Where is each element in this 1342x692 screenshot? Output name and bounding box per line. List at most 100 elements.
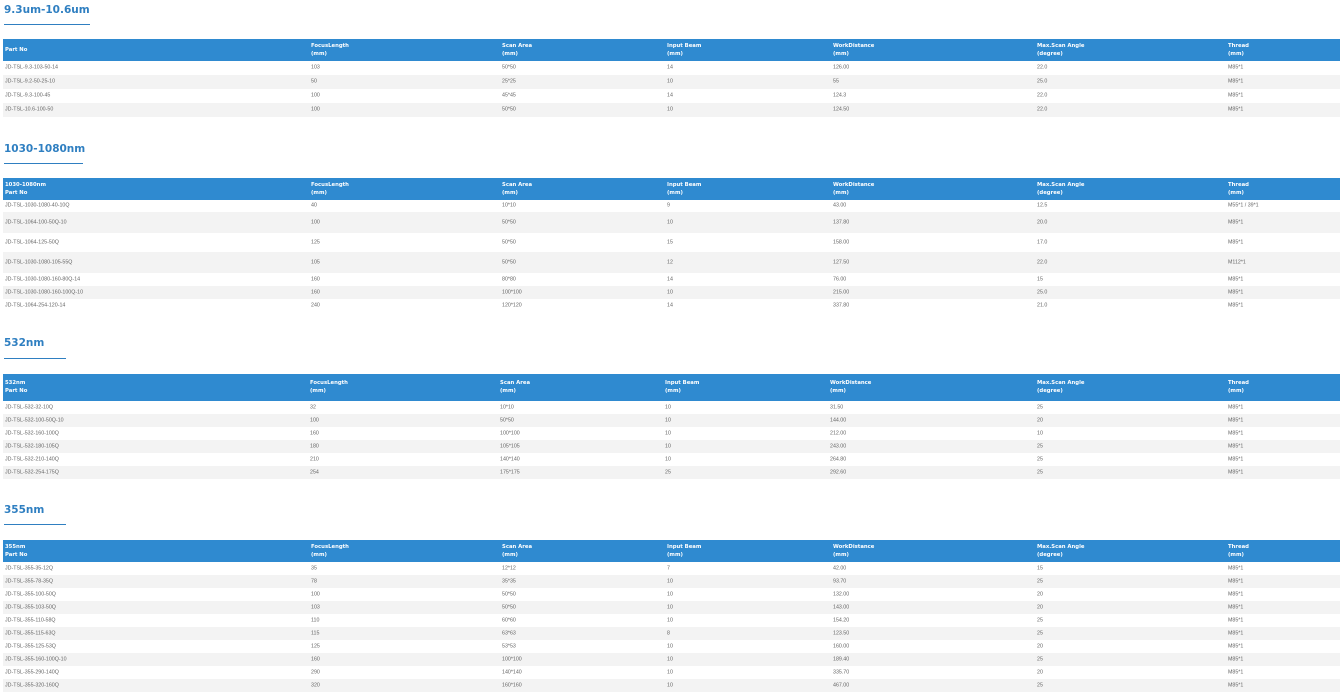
cell-thread: M85*1 — [1228, 604, 1244, 610]
cell-focus-length: 115 — [311, 630, 320, 636]
cell-work-distance: 127.50 — [833, 259, 850, 265]
table-body: JD-TSL-355-35-12Q 35 12*12 7 42.00 15 M85*1 JD-… — [3, 562, 1340, 692]
cell-work-distance: 132.00 — [833, 591, 850, 597]
table-1030-1080nm: 1030-1080nm Part No FocusLength (mm) Scan … — [3, 178, 1340, 312]
cell-max-scan-angle: 25 — [1037, 682, 1043, 688]
cell-work-distance: 126.00 — [833, 64, 850, 71]
cell-part-no: JD-TSL-355-110-58Q — [5, 617, 56, 623]
table-row: JD-TSL-9.3-103-50-14 103 50*50 14 126.00 22.0… — [3, 61, 1340, 75]
cell-scan-area: 175*175 — [500, 469, 520, 475]
cell-part-no: JD-TSL-355-125-53Q — [5, 643, 56, 649]
cell-focus-length: 100 — [311, 92, 320, 99]
table-row: JD-TSL-355-103-50Q 103 50*50 10 143.00 20 M85*… — [3, 601, 1340, 614]
cell-work-distance: 124.50 — [833, 106, 850, 113]
cell-focus-length: 100 — [311, 591, 320, 597]
header-max-scan-angle: Max.Scan Angle (degree) — [1037, 182, 1085, 196]
cell-thread: M85*1 — [1228, 289, 1244, 295]
cell-part-no: JD-TSL-9.3-103-50-14 — [5, 64, 58, 71]
header-work-distance: WorkDistance (mm) — [830, 380, 872, 394]
header-part-no: Part No — [5, 47, 28, 53]
cell-max-scan-angle: 20 — [1037, 591, 1043, 597]
cell-part-no: JD-TSL-355-78-35Q — [5, 578, 53, 584]
cell-input-beam: 15 — [667, 239, 673, 245]
cell-focus-length: 160 — [311, 289, 320, 295]
cell-part-no: JD-TSL-532-100-50Q-10 — [5, 417, 64, 423]
cell-work-distance: 42.00 — [833, 565, 847, 571]
table-row: JD-TSL-9.2-50-25-10 50 25*25 10 55 25.0 M85*1 — [3, 75, 1340, 89]
cell-thread: M85*1 — [1228, 630, 1244, 636]
cell-scan-area: 45*45 — [502, 92, 516, 99]
cell-part-no: JD-TSL-532-160-100Q — [5, 430, 59, 436]
cell-thread: M85*1 — [1228, 276, 1244, 282]
header-section-label-and-part-no: 532nm Part No — [5, 380, 28, 394]
header-thread: Thread (mm) — [1228, 380, 1249, 394]
cell-thread: M85*1 — [1228, 302, 1244, 308]
cell-focus-length: 210 — [310, 456, 319, 462]
cell-thread: M85*1 — [1228, 443, 1244, 449]
cell-scan-area: 60*60 — [502, 617, 516, 623]
cell-max-scan-angle: 20 — [1037, 669, 1043, 675]
table-header: 355nm Part No FocusLength (mm) Scan Area (m… — [3, 540, 1340, 562]
cell-input-beam: 10 — [667, 78, 673, 85]
cell-work-distance: 76.00 — [833, 276, 847, 282]
cell-focus-length: 40 — [311, 202, 317, 209]
cell-thread: M85*1 — [1228, 64, 1244, 71]
cell-focus-length: 290 — [311, 669, 320, 675]
section-underline — [4, 358, 66, 359]
cell-thread: M85*1 — [1228, 456, 1244, 462]
table-row: JD-TSL-9.3-100-45 100 45*45 14 124.3 22.0 M85*… — [3, 89, 1340, 103]
table-body: JD-TSL-532-32-10Q 32 10*10 10 31.50 25 M85*1 JD… — [3, 401, 1340, 479]
header-input-beam: Input Beam (mm) — [665, 380, 700, 394]
cell-input-beam: 14 — [667, 302, 673, 308]
cell-part-no: JD-TSL-355-320-160Q — [5, 682, 59, 688]
header-scan-area: Scan Area (mm) — [500, 380, 531, 394]
cell-work-distance: 467.00 — [833, 682, 850, 688]
table-row: JD-TSL-1064-100-50Q-10 100 50*50 10 137.80 20… — [3, 212, 1340, 233]
cell-scan-area: 100*100 — [502, 656, 522, 662]
cell-max-scan-angle: 20.0 — [1037, 219, 1048, 225]
cell-thread: M85*1 — [1228, 578, 1244, 584]
cell-scan-area: 140*140 — [500, 456, 520, 462]
section-title: 532nm — [4, 337, 45, 349]
cell-work-distance: 264.80 — [830, 456, 847, 462]
cell-scan-area: 120*120 — [502, 302, 522, 308]
cell-thread: M85*1 — [1228, 78, 1244, 85]
cell-work-distance: 189.40 — [833, 656, 850, 662]
cell-input-beam: 10 — [667, 604, 673, 610]
cell-focus-length: 320 — [311, 682, 320, 688]
cell-part-no: JD-TSL-1064-125-50Q — [5, 239, 59, 245]
cell-max-scan-angle: 25 — [1037, 617, 1043, 623]
cell-scan-area: 63*63 — [502, 630, 516, 636]
cell-scan-area: 50*50 — [502, 106, 516, 113]
table-9-3um-10-6um: Part No FocusLength (mm) Scan Area (mm) In… — [3, 39, 1340, 117]
header-scan-area: Scan Area (mm) — [502, 182, 533, 196]
cell-input-beam: 14 — [667, 92, 673, 99]
cell-input-beam: 10 — [665, 456, 671, 462]
cell-input-beam: 8 — [667, 630, 670, 636]
header-scan-area: Scan Area (mm) — [502, 43, 533, 57]
cell-max-scan-angle: 12.5 — [1037, 202, 1048, 209]
cell-thread: M85*1 — [1228, 417, 1244, 423]
cell-max-scan-angle: 20 — [1037, 643, 1043, 649]
cell-scan-area: 50*50 — [502, 604, 516, 610]
table-row: JD-TSL-532-180-105Q 180 105*105 10 243.00 25 M… — [3, 440, 1340, 453]
cell-scan-area: 12*12 — [502, 565, 516, 571]
cell-max-scan-angle: 22.0 — [1037, 106, 1048, 113]
cell-focus-length: 35 — [311, 565, 317, 571]
cell-input-beam: 10 — [667, 669, 673, 675]
header-thread: Thread (mm) — [1228, 544, 1249, 558]
table-body: JD-TSL-1030-1080-40-10Q 40 10*10 9 43.00 12.5… — [3, 200, 1340, 312]
cell-thread: M85*1 — [1228, 669, 1244, 675]
cell-scan-area: 50*50 — [502, 591, 516, 597]
cell-scan-area: 50*50 — [502, 64, 516, 71]
cell-part-no: JD-TSL-9.2-50-25-10 — [5, 78, 56, 85]
cell-work-distance: 31.50 — [830, 404, 844, 410]
cell-work-distance: 337.80 — [833, 302, 850, 308]
cell-max-scan-angle: 21.0 — [1037, 302, 1048, 308]
cell-focus-length: 50 — [311, 78, 317, 85]
cell-focus-length: 125 — [311, 239, 320, 245]
header-section-label-and-part-no: 1030-1080nm Part No — [5, 182, 46, 196]
cell-work-distance: 55 — [833, 78, 839, 85]
header-max-scan-angle: Max.Scan Angle (degree) — [1037, 380, 1085, 394]
table-header: Part No FocusLength (mm) Scan Area (mm) In… — [3, 39, 1340, 61]
